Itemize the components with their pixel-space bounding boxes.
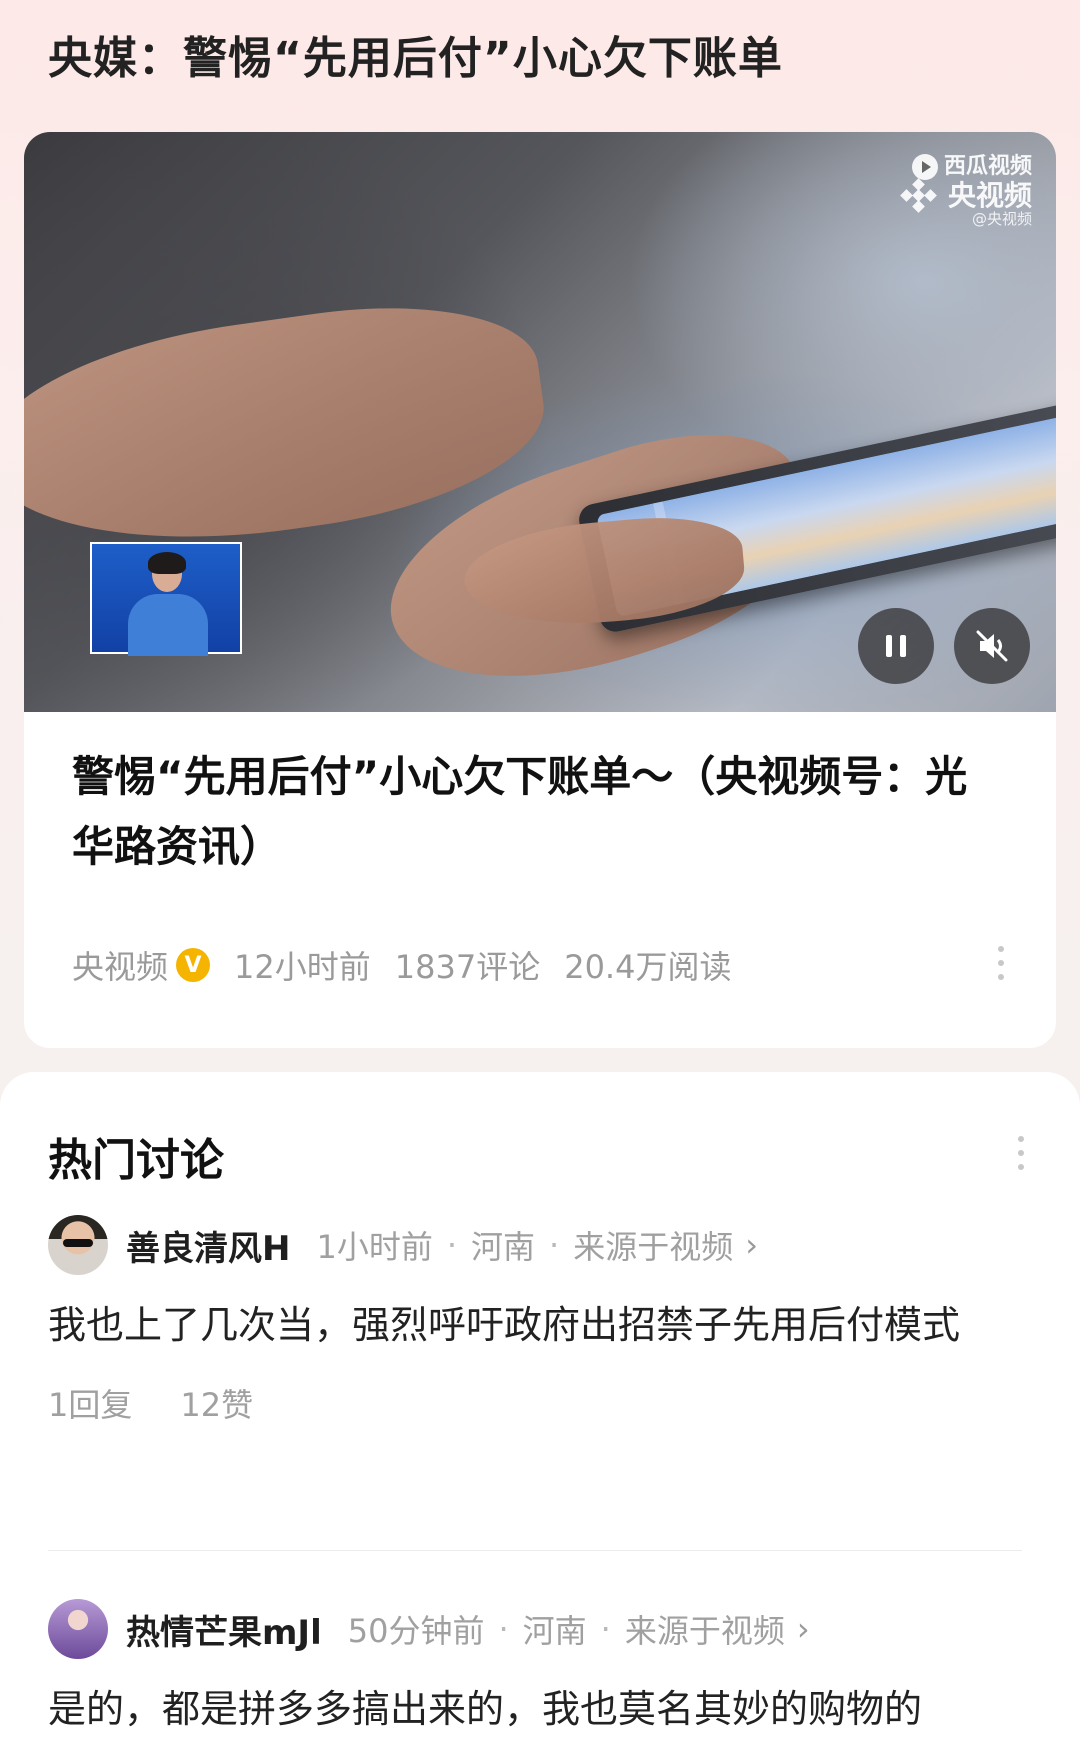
- xigua-play-icon: [911, 154, 938, 180]
- more-options-icon[interactable]: [1018, 1136, 1026, 1170]
- comment-source-link[interactable]: 来源于视频: [573, 1222, 733, 1268]
- comment-count: 1837评论: [394, 948, 541, 986]
- comment-location: 河南: [522, 1612, 587, 1650]
- video-caption[interactable]: 警惕“先用后付”小心欠下账单～（央视频号：光华路资讯）: [72, 742, 972, 882]
- comment-text[interactable]: 我也上了几次当，强烈呼吁政府出招禁子先用后付模式: [48, 1294, 1032, 1356]
- divider: [48, 1550, 1022, 1551]
- meta-separator: ·: [549, 1226, 560, 1264]
- mute-button[interactable]: [954, 608, 1030, 684]
- more-options-icon[interactable]: [998, 946, 1006, 980]
- pause-icon: [886, 635, 906, 657]
- cctv-dots-logo-icon: [898, 178, 940, 213]
- video-player[interactable]: 西瓜视频 央视频 @央视频: [24, 132, 1056, 724]
- speaker-muted-icon: [976, 630, 1008, 662]
- sign-language-inset: [90, 542, 242, 656]
- comment-location: 河南: [471, 1228, 536, 1266]
- video-meta: 央视频 V 12小时前 1837评论 20.4万阅读: [72, 942, 755, 988]
- watermark-logo-text: 央视频: [947, 179, 1032, 213]
- comment-source-link[interactable]: 来源于视频: [625, 1606, 785, 1652]
- watermark-brand: 西瓜视频: [943, 154, 1032, 180]
- meta-separator: ·: [600, 1610, 611, 1648]
- reply-count[interactable]: 1回复: [48, 1380, 132, 1426]
- topic-title: 央媒：警惕“先用后付”小心欠下账单: [48, 33, 783, 84]
- comment-text[interactable]: 是的，都是拼多多搞出来的，我也莫名其妙的购物的: [48, 1678, 1032, 1740]
- meta-separator: ·: [446, 1226, 458, 1264]
- chevron-right-icon[interactable]: ›: [745, 1226, 758, 1264]
- section-title: 热门讨论: [48, 1135, 224, 1186]
- username[interactable]: 善良清风H: [126, 1221, 290, 1270]
- username[interactable]: 热情芒果mJl: [126, 1605, 322, 1654]
- read-count: 20.4万阅读: [564, 948, 732, 986]
- video-card[interactable]: 西瓜视频 央视频 @央视频 警惕“先用后付”小心欠下账单～（央视频号：光华路资讯…: [24, 132, 1056, 1048]
- like-count[interactable]: 12赞: [180, 1380, 253, 1426]
- post-time: 12小时前: [234, 948, 371, 986]
- avatar[interactable]: [48, 1599, 108, 1659]
- comment-time: 1小时前: [316, 1228, 433, 1266]
- source-name[interactable]: 央视频: [72, 942, 168, 988]
- verified-badge-icon: V: [176, 948, 211, 982]
- chevron-right-icon[interactable]: ›: [797, 1610, 810, 1648]
- comment-time: 50分钟前: [347, 1612, 485, 1650]
- watermark-handle: @央视频: [971, 210, 1032, 228]
- avatar[interactable]: [48, 1215, 108, 1275]
- comment-item: 善良清风H 1小时前 · 河南 · 来源于视频 › 我也上了几次当，强烈呼吁政府…: [48, 1214, 1032, 1426]
- hot-discussion-section: 热门讨论 善良清风H 1小时前 · 河南 · 来源于视频 › 我也上了几次当，强…: [0, 1072, 1080, 1752]
- video-watermark: 西瓜视频 央视频 @央视频: [898, 154, 1032, 228]
- pause-button[interactable]: [858, 608, 934, 684]
- meta-separator: ·: [498, 1610, 509, 1648]
- comment-item: 热情芒果mJl 50分钟前 · 河南 · 来源于视频 › 是的，都是拼多多搞出来…: [48, 1598, 1032, 1740]
